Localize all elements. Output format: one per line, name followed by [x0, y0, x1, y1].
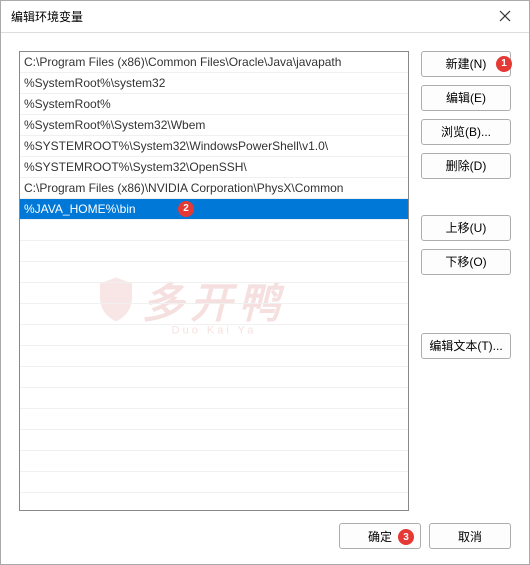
move-up-button[interactable]: 上移(U) [421, 215, 511, 241]
list-item[interactable] [20, 241, 408, 262]
list-item[interactable]: C:\Program Files (x86)\Common Files\Orac… [20, 52, 408, 73]
move-down-button-label: 下移(O) [445, 253, 486, 270]
delete-button-label: 删除(D) [446, 157, 487, 174]
browse-button-label: 浏览(B)... [441, 123, 491, 140]
list-item[interactable]: %SYSTEMROOT%\System32\OpenSSH\ [20, 157, 408, 178]
list-item[interactable] [20, 409, 408, 430]
ok-button[interactable]: 确定 3 [339, 523, 421, 549]
close-button[interactable] [489, 2, 521, 30]
annotation-marker-3: 3 [398, 529, 414, 545]
dialog-title: 编辑环境变量 [11, 8, 489, 25]
annotation-marker-2: 2 [178, 201, 194, 217]
delete-button[interactable]: 删除(D) [421, 153, 511, 179]
list-item[interactable]: %JAVA_HOME%\bin2 [20, 199, 408, 220]
list-item[interactable]: %SystemRoot% [20, 94, 408, 115]
edit-text-button[interactable]: 编辑文本(T)... [421, 333, 511, 359]
env-var-dialog: 编辑环境变量 多开鸭 Duo Kai Ya C:\Program Files (… [0, 0, 530, 565]
list-item[interactable] [20, 451, 408, 472]
list-item[interactable]: %SystemRoot%\System32\Wbem [20, 115, 408, 136]
cancel-button[interactable]: 取消 [429, 523, 511, 549]
spacer [421, 283, 511, 325]
list-item[interactable] [20, 262, 408, 283]
list-item[interactable] [20, 430, 408, 451]
list-item[interactable] [20, 472, 408, 493]
edit-button[interactable]: 编辑(E) [421, 85, 511, 111]
dialog-footer: 确定 3 取消 [1, 519, 529, 564]
titlebar: 编辑环境变量 [1, 1, 529, 33]
cancel-button-label: 取消 [458, 528, 482, 545]
list-item[interactable] [20, 220, 408, 241]
list-item[interactable] [20, 283, 408, 304]
new-button[interactable]: 新建(N) 1 [421, 51, 511, 77]
ok-button-label: 确定 [368, 528, 392, 545]
list-item[interactable]: %SYSTEMROOT%\System32\WindowsPowerShell\… [20, 136, 408, 157]
move-up-button-label: 上移(U) [446, 219, 487, 236]
move-down-button[interactable]: 下移(O) [421, 249, 511, 275]
path-listbox[interactable]: 多开鸭 Duo Kai Ya C:\Program Files (x86)\Co… [19, 51, 409, 511]
list-item[interactable] [20, 388, 408, 409]
list-item[interactable] [20, 325, 408, 346]
dialog-content: 多开鸭 Duo Kai Ya C:\Program Files (x86)\Co… [1, 33, 529, 519]
edit-button-label: 编辑(E) [446, 89, 486, 106]
list-item[interactable] [20, 346, 408, 367]
annotation-marker-1: 1 [496, 56, 512, 72]
edit-text-button-label: 编辑文本(T)... [429, 337, 502, 354]
list-item[interactable] [20, 367, 408, 388]
list-item[interactable]: %SystemRoot%\system32 [20, 73, 408, 94]
list-item[interactable] [20, 304, 408, 325]
list-item[interactable]: C:\Program Files (x86)\NVIDIA Corporatio… [20, 178, 408, 199]
browse-button[interactable]: 浏览(B)... [421, 119, 511, 145]
new-button-label: 新建(N) [446, 55, 487, 72]
button-column: 新建(N) 1 编辑(E) 浏览(B)... 删除(D) 上移(U) 下移(O)… [421, 51, 511, 511]
spacer [421, 187, 511, 207]
close-icon [499, 10, 511, 22]
